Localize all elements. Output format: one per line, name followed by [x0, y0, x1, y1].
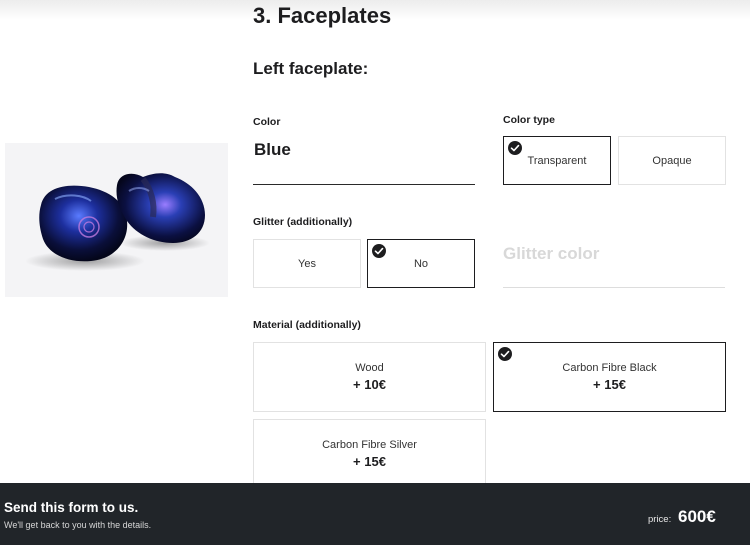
- footer-bar: Send this form to us. We'll get back to …: [0, 483, 750, 545]
- option-label: Wood: [355, 362, 384, 374]
- color-type-option-opaque[interactable]: Opaque: [618, 136, 726, 185]
- check-icon: [508, 141, 522, 155]
- check-icon: [372, 244, 386, 258]
- price-label: price:: [648, 514, 672, 525]
- glitter-color-underline: [503, 287, 725, 288]
- price-value: 600€: [678, 507, 716, 526]
- material-option-carbon-fibre-black[interactable]: Carbon Fibre Black + 15€: [493, 342, 726, 412]
- material-option-wood[interactable]: Wood + 10€: [253, 342, 486, 412]
- glitter-option-yes[interactable]: Yes: [253, 239, 361, 288]
- earphones-illustration: [25, 173, 210, 271]
- option-label: Carbon Fibre Black: [562, 362, 657, 374]
- color-underline: [253, 184, 475, 185]
- check-icon: [498, 347, 512, 361]
- left-faceplate-title: Left faceplate:: [253, 59, 369, 78]
- material-label: Material (additionally): [253, 319, 361, 331]
- option-price: + 15€: [593, 377, 626, 392]
- glitter-label: Glitter (additionally): [253, 216, 353, 228]
- section-title: 3. Faceplates: [253, 3, 392, 28]
- footer-title: Send this form to us.: [4, 500, 139, 515]
- glitter-color-field[interactable]: Glitter color: [503, 244, 599, 264]
- option-label: No: [413, 257, 429, 270]
- option-label: Opaque: [652, 154, 692, 167]
- footer-subtitle: We'll get back to you with the details.: [4, 520, 152, 530]
- color-label: Color: [253, 116, 281, 128]
- material-option-carbon-fibre-silver[interactable]: Carbon Fibre Silver + 15€: [253, 419, 486, 489]
- color-type-option-transparent[interactable]: Transparent: [503, 136, 611, 185]
- option-label: Carbon Fibre Silver: [322, 439, 417, 451]
- option-price: + 10€: [353, 377, 386, 392]
- option-price: + 15€: [353, 454, 386, 469]
- option-label: Yes: [298, 257, 316, 270]
- product-image-earphones: [5, 143, 228, 297]
- color-value[interactable]: Blue: [254, 140, 291, 160]
- glitter-option-no[interactable]: No: [367, 239, 475, 288]
- option-label: Transparent: [527, 154, 587, 167]
- color-type-label: Color type: [503, 114, 555, 126]
